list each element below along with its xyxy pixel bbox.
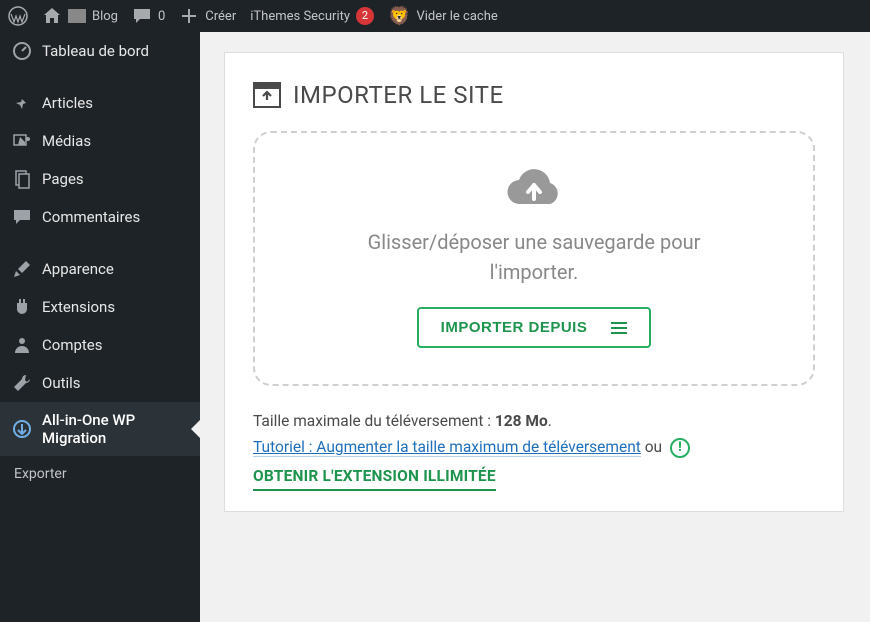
sidebar-item-label: Extensions <box>42 298 115 316</box>
import-button-label: IMPORTER DEPUIS <box>441 319 588 336</box>
sidebar-submenu-export[interactable]: Exporter <box>0 456 200 492</box>
sidebar-item-plugins[interactable]: Extensions <box>0 288 200 326</box>
sidebar-item-label: Pages <box>42 170 84 188</box>
dropzone-text: Glisser/déposer une sauvegarde pour l'im… <box>324 227 744 287</box>
cache-clear[interactable]: 🦁 Vider le cache <box>388 6 498 27</box>
cloud-upload-icon <box>275 163 793 215</box>
brush-icon <box>12 259 32 279</box>
sidebar-item-label: Apparence <box>42 260 114 278</box>
import-panel: IMPORTER LE SITE Glisser/déposer une sau… <box>224 52 844 512</box>
site-home[interactable]: Blog <box>42 6 118 26</box>
wp-logo[interactable] <box>8 6 28 26</box>
users-icon <box>12 335 32 355</box>
plus-icon <box>179 6 199 26</box>
security-label: iThemes Security <box>250 9 350 24</box>
comments-icon <box>12 207 32 227</box>
sidebar-item-label: Commentaires <box>42 208 140 226</box>
pin-icon <box>12 93 32 113</box>
sidebar-item-comments[interactable]: Commentaires <box>0 198 200 236</box>
sidebar-item-media[interactable]: Médias <box>0 122 200 160</box>
comment-icon <box>132 6 152 26</box>
content-area: IMPORTER LE SITE Glisser/déposer une sau… <box>200 32 870 622</box>
new-label: Créer <box>205 9 236 24</box>
import-dropzone[interactable]: Glisser/déposer une sauvegarde pour l'im… <box>253 131 815 386</box>
warning-icon: ! <box>670 438 690 458</box>
admin-bar: Blog 0 Créer iThemes Security 2 🦁 Vider … <box>0 0 870 32</box>
max-upload-value: 128 Mo <box>495 412 548 430</box>
sidebar-item-appearance[interactable]: Apparence <box>0 250 200 288</box>
sidebar-item-pages[interactable]: Pages <box>0 160 200 198</box>
sidebar-item-label: Comptes <box>42 336 103 354</box>
tutorial-link[interactable]: Tutoriel : Augmenter la taille maximum d… <box>253 438 641 457</box>
home-icon <box>42 6 62 26</box>
admin-sidebar: Tableau de bord Articles Médias Pages Co… <box>0 32 200 622</box>
sidebar-item-label: Outils <box>42 374 81 392</box>
sidebar-item-dashboard[interactable]: Tableau de bord <box>0 32 200 70</box>
dashboard-icon <box>12 41 32 61</box>
pages-icon <box>12 169 32 189</box>
sidebar-item-migration[interactable]: All-in-One WP Migration <box>0 402 200 456</box>
or-text: ou <box>645 438 666 456</box>
site-favicon <box>68 9 86 23</box>
menu-icon <box>611 322 627 334</box>
max-upload-text: Taille maximale du téléversement : 128 M… <box>253 412 552 430</box>
comments-count: 0 <box>158 9 165 24</box>
site-name: Blog <box>92 9 118 24</box>
migration-icon <box>12 419 32 439</box>
sidebar-item-tools[interactable]: Outils <box>0 364 200 402</box>
sidebar-item-label: All-in-One WP Migration <box>42 411 188 447</box>
sidebar-item-label: Médias <box>42 132 91 150</box>
import-title-icon <box>253 82 281 108</box>
sidebar-item-label: Tableau de bord <box>42 42 149 60</box>
security-link[interactable]: iThemes Security 2 <box>250 7 374 25</box>
media-icon <box>12 131 32 151</box>
sidebar-item-label: Articles <box>42 94 93 112</box>
lion-icon: 🦁 <box>388 6 410 27</box>
import-from-button[interactable]: IMPORTER DEPUIS <box>417 307 652 348</box>
unlimited-extension-link[interactable]: OBTENIR L'EXTENSION ILLIMITÉE <box>253 463 496 491</box>
sidebar-item-posts[interactable]: Articles <box>0 84 200 122</box>
security-badge: 2 <box>356 7 374 25</box>
sidebar-item-users[interactable]: Comptes <box>0 326 200 364</box>
cache-label: Vider le cache <box>416 9 497 24</box>
wordpress-icon <box>8 6 28 26</box>
plugin-icon <box>12 297 32 317</box>
page-title: IMPORTER LE SITE <box>253 81 815 109</box>
sidebar-submenu-label: Exporter <box>14 466 67 482</box>
comments-link[interactable]: 0 <box>132 6 165 26</box>
page-title-text: IMPORTER LE SITE <box>293 81 504 109</box>
upload-info: Taille maximale du téléversement : 128 M… <box>253 408 815 491</box>
wrench-icon <box>12 373 32 393</box>
new-content[interactable]: Créer <box>179 6 236 26</box>
